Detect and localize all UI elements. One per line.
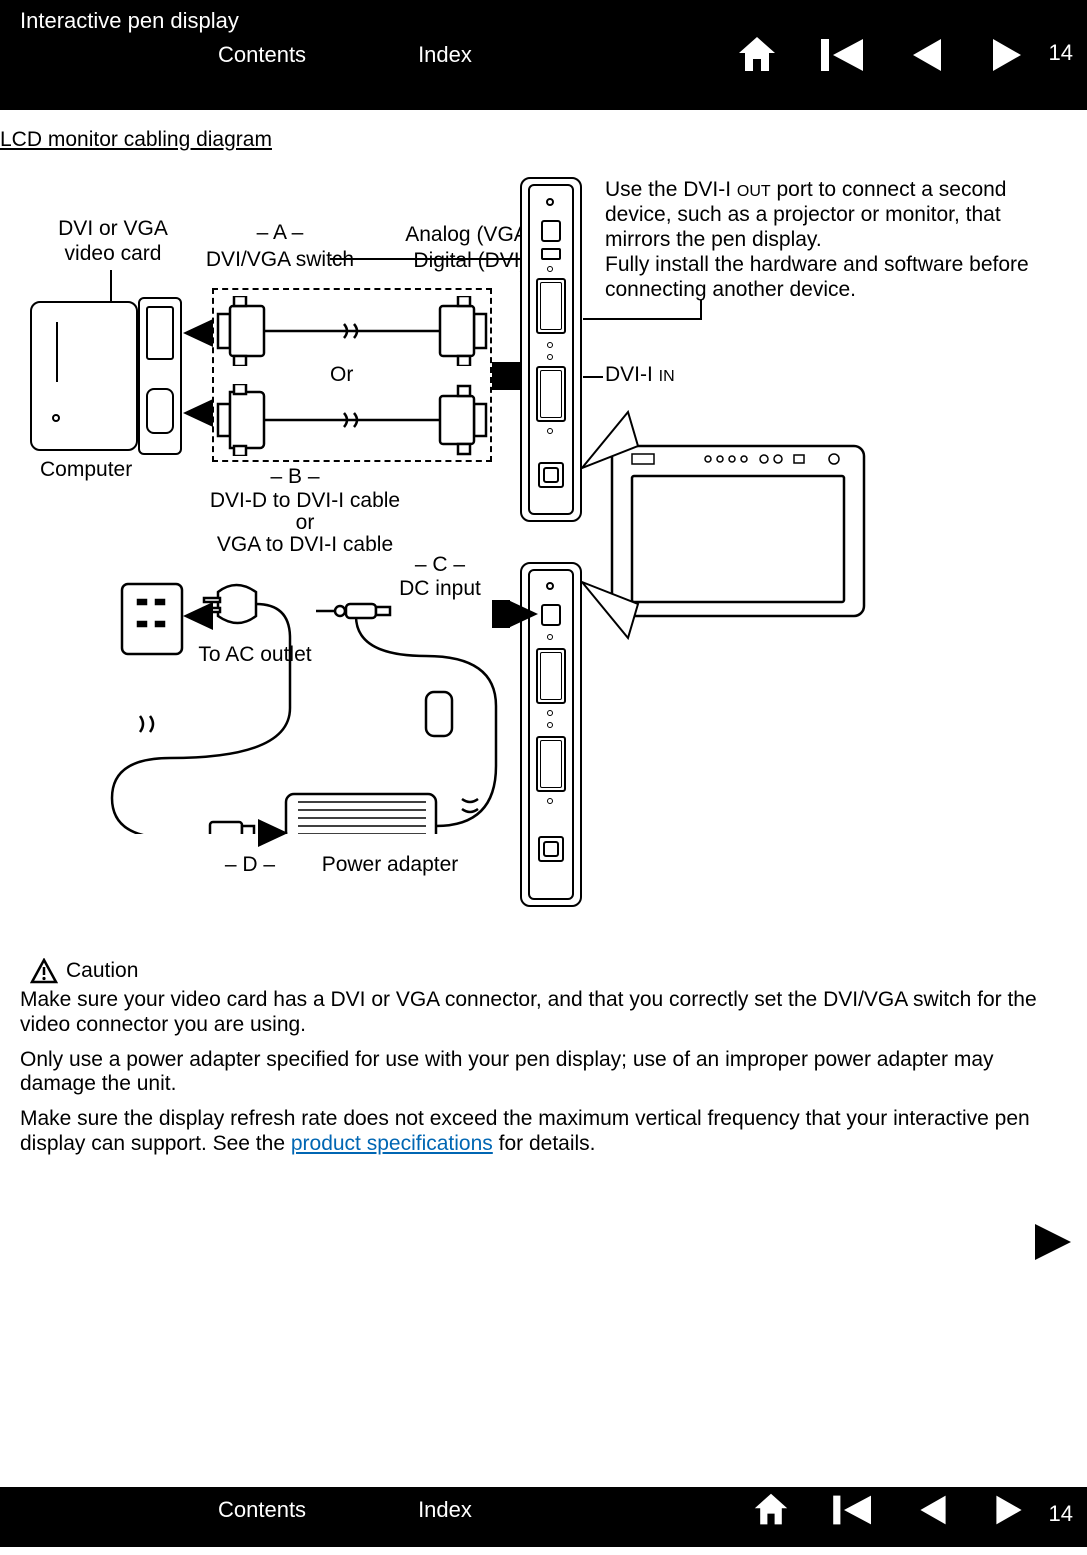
digital-dvi-label: Digital (DVI) — [400, 248, 540, 273]
vga-to-dvi-cable — [216, 384, 488, 456]
nav-links-bottom: Contents Index — [0, 1497, 1087, 1523]
computer-body — [30, 301, 138, 451]
caution-block: Caution — [20, 958, 1067, 984]
pen-display-icon — [608, 442, 868, 632]
prev-page-icon[interactable] — [915, 1492, 951, 1528]
callout-wedge-top — [580, 410, 640, 470]
prev-page-icon[interactable] — [907, 35, 947, 75]
video-card-label: DVI or VGA video card — [48, 216, 178, 266]
index-link-bottom[interactable]: Index — [418, 1497, 472, 1523]
dvi-i-in-label: DVI-I IN — [605, 362, 675, 387]
caution-p1: Make sure your video card has a DVI or V… — [20, 988, 1067, 1038]
page-number-bottom: 14 — [1049, 1501, 1073, 1527]
dvi-out-note-2: Fully install the hardware and software … — [605, 252, 1065, 302]
page-body: LCD monitor cabling diagram Use the DVI-… — [0, 110, 1087, 1487]
caution-label: Caution — [66, 959, 138, 983]
first-page-icon[interactable] — [831, 1492, 875, 1528]
caution-p2: Only use a power adapter specified for u… — [20, 1048, 1067, 1098]
caution-heading: Caution — [30, 958, 1067, 984]
cable-b-3: VGA to DVI-I cable — [200, 532, 410, 557]
to-ac-label: To AC outlet — [190, 642, 320, 667]
caution-p3: Make sure the display refresh rate does … — [20, 1107, 1067, 1157]
computer-label: Computer — [40, 457, 132, 482]
power-adapter-label: Power adapter — [310, 852, 470, 877]
power-assembly — [100, 574, 520, 834]
step-a-label: – A – — [240, 220, 320, 245]
home-icon[interactable] — [735, 35, 779, 75]
dvi-out-note-1: Use the DVI-I OUT port to connect a seco… — [605, 177, 1065, 253]
nav-links-top: Contents Index — [0, 42, 1087, 68]
dvi-cable — [216, 296, 488, 366]
contents-link-bottom[interactable]: Contents — [218, 1497, 306, 1523]
first-page-icon[interactable] — [819, 35, 867, 75]
caution-icon — [30, 958, 58, 984]
next-page-icon[interactable] — [987, 35, 1027, 75]
continue-arrow-icon[interactable] — [1029, 1220, 1077, 1270]
contents-link[interactable]: Contents — [218, 42, 306, 68]
section-title: LCD monitor cabling diagram — [0, 128, 1087, 152]
next-page-icon[interactable] — [991, 1492, 1027, 1528]
step-d-label: – D – — [215, 852, 285, 877]
footer-bar: Contents Index 14 — [0, 1487, 1087, 1547]
nav-icons-bottom — [751, 1492, 1027, 1528]
doc-title: Interactive pen display — [20, 8, 239, 34]
callout-wedge-bottom — [580, 580, 640, 640]
page-number-top: 14 — [1049, 40, 1073, 66]
nav-icons-top — [735, 35, 1027, 75]
computer-vga-port — [146, 388, 174, 434]
cabling-diagram: Use the DVI-I OUT port to connect a seco… — [0, 162, 1087, 952]
analog-vga-label: Analog (VGA) — [400, 222, 540, 247]
index-link[interactable]: Index — [418, 42, 472, 68]
product-specs-link[interactable]: product specifications — [291, 1132, 493, 1155]
step-b-label: – B – — [255, 464, 335, 489]
computer-dvi-port — [146, 306, 174, 360]
header-bar: Interactive pen display Contents Index 1… — [0, 0, 1087, 110]
home-icon[interactable] — [751, 1492, 791, 1528]
